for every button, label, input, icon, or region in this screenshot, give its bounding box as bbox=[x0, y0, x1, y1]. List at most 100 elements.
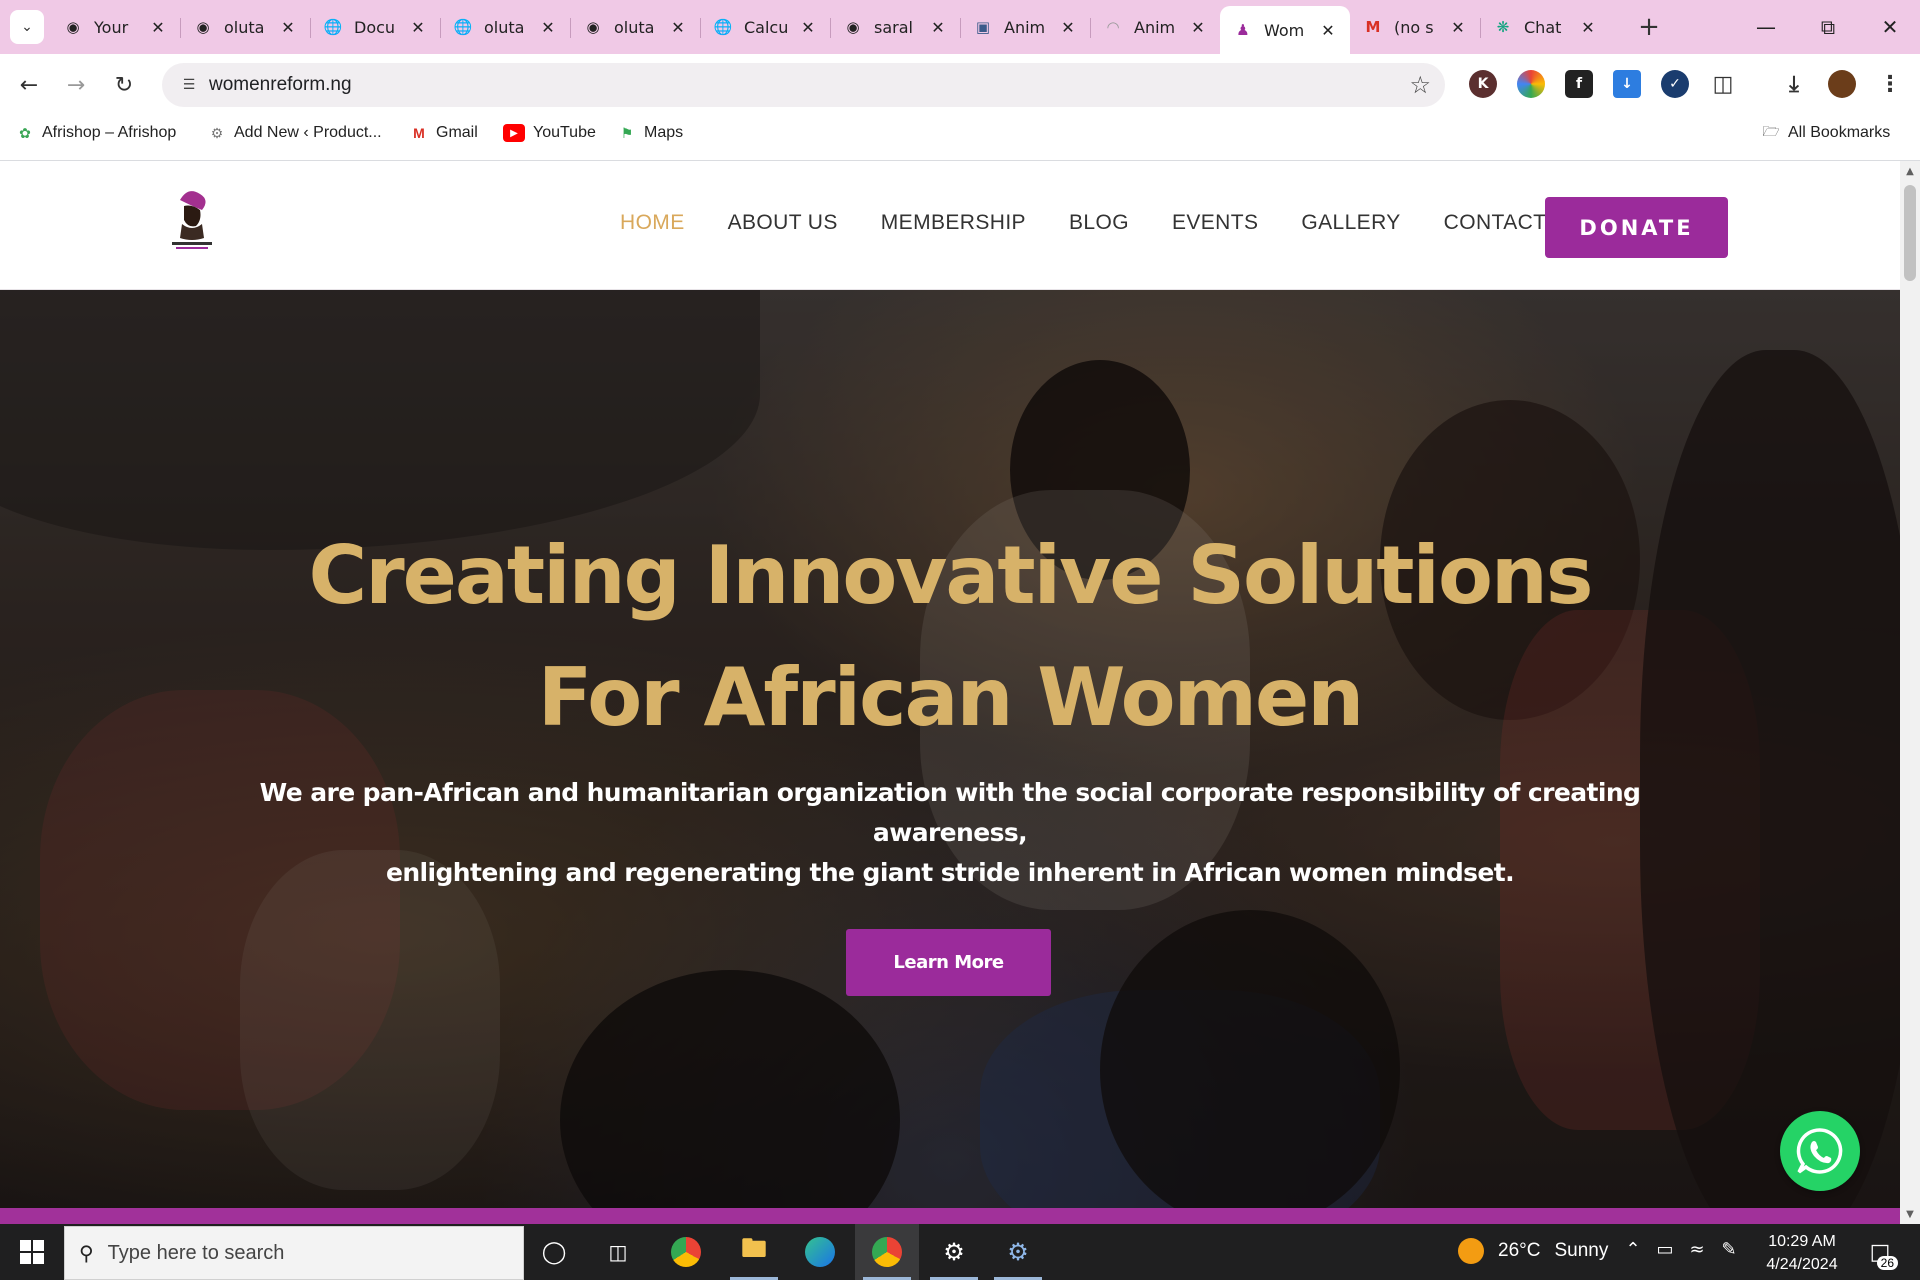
tab[interactable]: 🌐 Calcu ✕ bbox=[700, 6, 830, 48]
notifications-button[interactable]: □ 26 bbox=[1860, 1234, 1900, 1270]
nav-home[interactable]: HOME bbox=[620, 211, 685, 235]
tab[interactable]: 🌐 oluta ✕ bbox=[440, 6, 570, 48]
bookmark-star-icon[interactable]: ☆ bbox=[1409, 71, 1431, 99]
tab-title: oluta bbox=[614, 17, 655, 37]
battery-icon[interactable]: ▭ bbox=[1652, 1239, 1678, 1260]
nav-events[interactable]: EVENTS bbox=[1172, 211, 1258, 235]
tab[interactable]: ▣ Anim ✕ bbox=[960, 6, 1090, 48]
nav-gallery[interactable]: GALLERY bbox=[1301, 211, 1400, 235]
tab-title: (no s bbox=[1394, 17, 1434, 37]
tab-title: oluta bbox=[484, 17, 525, 37]
extension-k-icon[interactable]: K bbox=[1469, 70, 1497, 98]
bookmark-label: Add New ‹ Product... bbox=[234, 124, 382, 141]
close-icon[interactable]: ✕ bbox=[668, 18, 688, 37]
taskbar-search-input[interactable]: ⚲ Type here to search bbox=[64, 1226, 524, 1280]
tab-search-button[interactable]: ⌄ bbox=[10, 10, 44, 44]
bookmark-item[interactable]: ⚙ Add New ‹ Product... bbox=[208, 116, 382, 150]
nav-blog[interactable]: BLOG bbox=[1069, 211, 1129, 235]
close-icon[interactable]: ✕ bbox=[408, 18, 428, 37]
profile-avatar[interactable] bbox=[1828, 70, 1856, 98]
close-icon[interactable]: ✕ bbox=[1318, 21, 1338, 40]
extensions-puzzle-icon[interactable]: ◫ bbox=[1709, 70, 1737, 98]
pen-icon[interactable]: ✎ bbox=[1716, 1239, 1742, 1260]
globe-icon: 🌐 bbox=[323, 18, 343, 36]
nav-contact[interactable]: CONTACT bbox=[1444, 211, 1547, 235]
address-bar[interactable]: ☰ womenreform.ng ☆ bbox=[162, 63, 1445, 107]
nav-membership[interactable]: MEMBERSHIP bbox=[881, 211, 1026, 235]
tab[interactable]: M (no s ✕ bbox=[1350, 6, 1480, 48]
hero-subtitle-line1: We are pan-African and humanitarian orga… bbox=[259, 778, 1641, 847]
close-icon[interactable]: ✕ bbox=[538, 18, 558, 37]
whatsapp-chat-button[interactable] bbox=[1780, 1111, 1860, 1191]
tab[interactable]: ◉ saral ✕ bbox=[830, 6, 960, 48]
start-button[interactable] bbox=[0, 1224, 64, 1280]
close-icon[interactable]: ✕ bbox=[1578, 18, 1598, 37]
bookmark-item[interactable]: ✿ Afrishop – Afrishop bbox=[16, 116, 176, 150]
youtube-icon: ▶ bbox=[503, 124, 525, 142]
download-extension-icon[interactable]: ↓ bbox=[1613, 70, 1641, 98]
taskbar-chrome[interactable] bbox=[654, 1224, 718, 1280]
github-icon: ◉ bbox=[196, 18, 210, 36]
notification-count: 26 bbox=[1876, 1256, 1898, 1270]
tab[interactable]: 🌐 Docu ✕ bbox=[310, 6, 440, 48]
taskbar-chrome-active[interactable] bbox=[855, 1224, 919, 1280]
forward-button[interactable]: → bbox=[59, 68, 93, 102]
clock-date: 4/24/2024 bbox=[1766, 1256, 1838, 1273]
close-icon[interactable]: ✕ bbox=[798, 18, 818, 37]
check-extension-icon[interactable]: ✓ bbox=[1661, 70, 1689, 98]
close-window-button[interactable]: ✕ bbox=[1860, 0, 1920, 54]
tab-active[interactable]: ♟ Wom ✕ bbox=[1220, 6, 1350, 54]
hero-subtitle: We are pan-African and humanitarian orga… bbox=[190, 773, 1710, 893]
tab[interactable]: ◉ Your ✕ bbox=[50, 6, 180, 48]
scroll-down-icon[interactable]: ▼ bbox=[1900, 1204, 1920, 1224]
reload-icon: ↻ bbox=[114, 72, 134, 98]
color-picker-extension-icon[interactable] bbox=[1517, 70, 1545, 98]
tab[interactable]: ◉ oluta ✕ bbox=[180, 6, 310, 48]
close-icon[interactable]: ✕ bbox=[1058, 18, 1078, 37]
windows-logo-icon bbox=[20, 1240, 44, 1264]
new-tab-button[interactable]: + bbox=[1632, 10, 1666, 44]
bookmark-item[interactable]: ⚑ Maps bbox=[618, 116, 683, 150]
reload-button[interactable]: ↻ bbox=[107, 68, 141, 102]
site-info-icon[interactable]: ☰ bbox=[176, 72, 202, 98]
close-icon[interactable]: ✕ bbox=[1188, 18, 1208, 37]
page-scrollbar[interactable]: ▲ ▼ bbox=[1900, 161, 1920, 1224]
taskbar-edge[interactable] bbox=[788, 1224, 852, 1280]
close-icon[interactable]: ✕ bbox=[148, 18, 168, 37]
close-icon[interactable]: ✕ bbox=[1448, 18, 1468, 37]
minimize-button[interactable]: — bbox=[1736, 0, 1796, 54]
donate-button[interactable]: DONATE bbox=[1545, 197, 1728, 258]
font-extension-icon[interactable]: f bbox=[1565, 70, 1593, 98]
bookmark-label: Gmail bbox=[436, 124, 478, 141]
taskbar-control-app[interactable]: ⚙ bbox=[986, 1224, 1050, 1280]
bookmark-item[interactable]: ▶ YouTube bbox=[503, 116, 596, 150]
nav-about-us[interactable]: ABOUT US bbox=[728, 211, 838, 235]
globe-icon: 🌐 bbox=[713, 18, 733, 36]
close-icon[interactable]: ✕ bbox=[928, 18, 948, 37]
menu-kebab-icon[interactable]: ⋮ bbox=[1876, 70, 1904, 98]
chrome-icon bbox=[671, 1237, 701, 1267]
cortana-button[interactable]: ◯ bbox=[522, 1224, 586, 1280]
downloads-icon[interactable]: ⤓ bbox=[1780, 70, 1808, 98]
taskbar-settings[interactable]: ⚙ bbox=[922, 1224, 986, 1280]
bookmark-item[interactable]: M Gmail bbox=[410, 116, 478, 150]
tab[interactable]: ◉ oluta ✕ bbox=[570, 6, 700, 48]
tab[interactable]: ❋ Chat ✕ bbox=[1480, 6, 1610, 48]
wifi-icon[interactable]: ≈ bbox=[1684, 1239, 1710, 1260]
weather-widget[interactable]: 26°C Sunny bbox=[1458, 1238, 1608, 1264]
tab[interactable]: ◠ Anim ✕ bbox=[1090, 6, 1220, 48]
task-view-button[interactable]: ◫ bbox=[586, 1224, 650, 1280]
scroll-thumb[interactable] bbox=[1904, 185, 1916, 281]
back-button[interactable]: ← bbox=[12, 68, 46, 102]
taskbar-file-explorer[interactable]: 🖿 bbox=[722, 1224, 786, 1280]
taskbar-clock[interactable]: 10:29 AM 4/24/2024 bbox=[1756, 1230, 1848, 1276]
chevron-up-icon[interactable]: ⌃ bbox=[1620, 1239, 1646, 1260]
scroll-up-icon[interactable]: ▲ bbox=[1900, 161, 1920, 181]
all-bookmarks-button[interactable]: 🗁 All Bookmarks bbox=[1762, 116, 1890, 150]
learn-more-button[interactable]: Learn More bbox=[846, 929, 1051, 996]
url-text[interactable]: womenreform.ng bbox=[209, 74, 352, 96]
search-placeholder: Type here to search bbox=[107, 1241, 285, 1264]
restore-button[interactable]: ⧉ bbox=[1798, 0, 1858, 54]
close-icon[interactable]: ✕ bbox=[278, 18, 298, 37]
site-logo[interactable] bbox=[166, 186, 218, 258]
